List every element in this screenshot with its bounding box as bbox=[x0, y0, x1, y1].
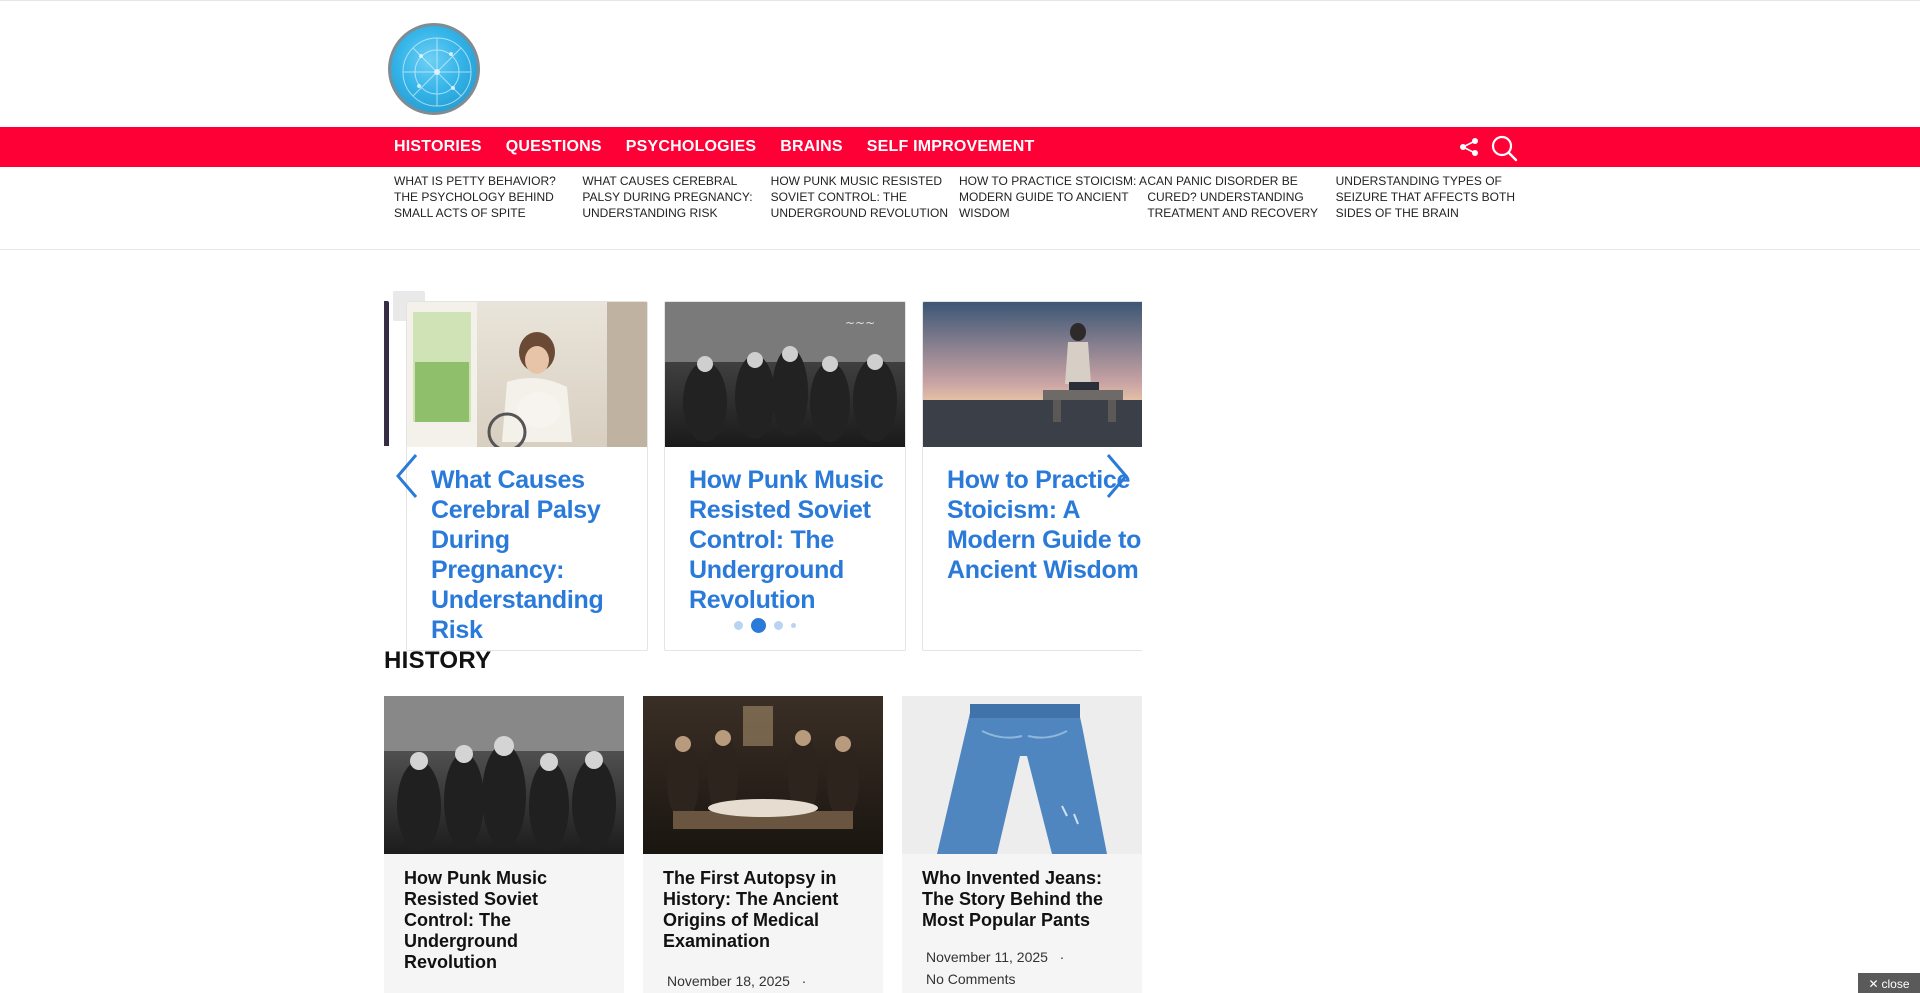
trending-link[interactable]: What Is Petty Behavior? The Psychology B… bbox=[394, 173, 582, 221]
history-card-image[interactable] bbox=[902, 696, 1142, 854]
meta-separator: · bbox=[793, 973, 807, 989]
carousel-slide[interactable]: ~~~ How Punk Music Resisted Soviet Contr… bbox=[664, 301, 906, 651]
carousel-dot[interactable] bbox=[791, 623, 796, 628]
carousel-slide-partial bbox=[384, 301, 389, 651]
meta-separator: · bbox=[1051, 949, 1065, 965]
close-label: close bbox=[1881, 976, 1910, 991]
carousel-dot[interactable] bbox=[734, 621, 743, 630]
post-date: November 11, 2025 bbox=[926, 949, 1048, 965]
carousel-dot-active[interactable] bbox=[751, 618, 766, 633]
trending-link[interactable]: Can Panic Disorder Be Cured? Understandi… bbox=[1147, 173, 1335, 221]
history-card: The First Autopsy in History: The Ancien… bbox=[643, 696, 883, 993]
search-icon[interactable] bbox=[1490, 134, 1518, 162]
main-navbar: HISTORIES QUESTIONS PSYCHOLOGIES BRAINS … bbox=[0, 127, 1920, 167]
history-card-image[interactable] bbox=[384, 696, 624, 854]
history-card-meta: November 18, 2025 · bbox=[667, 970, 806, 992]
history-card-meta: November 11, 2025 · No Comments bbox=[926, 946, 1064, 990]
carousel-slide-title[interactable]: What Causes Cerebral Palsy During Pregna… bbox=[431, 465, 637, 645]
nav-item-histories[interactable]: HISTORIES bbox=[394, 138, 482, 156]
trending-link[interactable]: How to Practice Stoicism: A Modern Guide… bbox=[959, 173, 1147, 221]
nav-item-self-improvement[interactable]: SELF IMPROVEMENT bbox=[867, 138, 1035, 156]
nav-item-brains[interactable]: BRAINS bbox=[780, 138, 843, 156]
history-section-title: HISTORY bbox=[384, 647, 492, 674]
carousel-slide-image[interactable] bbox=[407, 302, 647, 447]
carousel-dot[interactable] bbox=[774, 621, 783, 630]
share-icon[interactable] bbox=[1458, 136, 1480, 158]
nav-item-questions[interactable]: QUESTIONS bbox=[506, 138, 602, 156]
site-logo[interactable] bbox=[388, 23, 480, 115]
carousel-slide-image[interactable]: ~~~ bbox=[665, 302, 905, 447]
history-card-title[interactable]: Who Invented Jeans: The Story Behind the… bbox=[922, 868, 1128, 931]
svg-text:~~~: ~~~ bbox=[845, 316, 875, 330]
carousel-pagination bbox=[734, 618, 796, 633]
close-icon: ✕ bbox=[1868, 976, 1879, 991]
history-card-image[interactable] bbox=[643, 696, 883, 854]
nav-item-psychologies[interactable]: PSYCHOLOGIES bbox=[626, 138, 756, 156]
carousel-prev-arrow[interactable] bbox=[392, 451, 422, 501]
trending-link[interactable]: What Causes Cerebral Palsy During Pregna… bbox=[582, 173, 770, 221]
trending-link[interactable]: How Punk Music Resisted Soviet Control: … bbox=[771, 173, 959, 221]
history-card-title[interactable]: How Punk Music Resisted Soviet Control: … bbox=[404, 868, 610, 973]
post-date: November 18, 2025 bbox=[667, 973, 790, 989]
featured-carousel: What Causes Cerebral Palsy During Pregna… bbox=[384, 291, 1142, 651]
carousel-next-arrow[interactable] bbox=[1102, 451, 1132, 501]
history-card: Who Invented Jeans: The Story Behind the… bbox=[902, 696, 1142, 993]
trending-link[interactable]: Understanding Types of Seizure That Affe… bbox=[1336, 173, 1524, 221]
history-card-title[interactable]: The First Autopsy in History: The Ancien… bbox=[663, 868, 869, 952]
history-card: How Punk Music Resisted Soviet Control: … bbox=[384, 696, 624, 993]
carousel-slide-image[interactable] bbox=[923, 302, 1142, 447]
trending-links: What Is Petty Behavior? The Psychology B… bbox=[394, 173, 1524, 221]
carousel-slide[interactable]: What Causes Cerebral Palsy During Pregna… bbox=[406, 301, 648, 651]
comments-count[interactable]: No Comments bbox=[926, 968, 1064, 990]
header-divider bbox=[0, 249, 1920, 250]
close-button[interactable]: ✕ close bbox=[1858, 973, 1920, 993]
carousel-slide-title[interactable]: How Punk Music Resisted Soviet Control: … bbox=[689, 465, 895, 615]
